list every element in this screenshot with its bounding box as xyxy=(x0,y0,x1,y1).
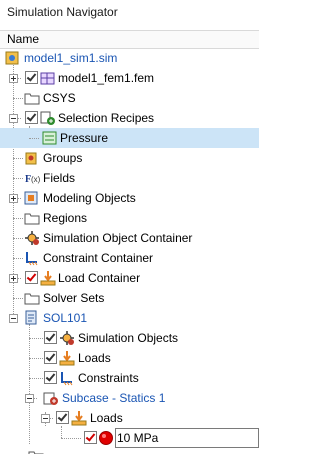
visibility-checkbox[interactable] xyxy=(44,331,57,344)
tree-node-10-mpa[interactable]: 10 MPa xyxy=(0,428,259,448)
tree-node-solver-sets[interactable]: Solver Sets xyxy=(0,288,259,308)
fields-icon: F (x) xyxy=(25,174,40,185)
tree-node-label: Groups xyxy=(43,151,83,165)
tree-node-sol101[interactable]: SOL101 xyxy=(0,308,259,328)
collapse-toggle[interactable] xyxy=(9,314,18,323)
panel-title: Simulation Navigator xyxy=(7,5,118,19)
pressure-load-icon xyxy=(99,431,113,445)
tree-node-label: 10 MPa xyxy=(117,431,159,445)
svg-text:(x): (x) xyxy=(31,175,40,184)
tree-node-fields[interactable]: F (x) Fields xyxy=(0,168,259,188)
visibility-checkbox[interactable] xyxy=(44,351,57,364)
tree-node-simulation-object-container[interactable]: Simulation Object Container xyxy=(0,228,259,248)
tree-node-label: Constraint Container xyxy=(43,251,154,265)
tree-node-label: Pressure xyxy=(60,131,109,145)
tree-node-groups[interactable]: Groups xyxy=(0,148,259,168)
column-header-name: Name xyxy=(7,32,40,46)
load-icon xyxy=(71,411,87,426)
tree-node-label: Loads xyxy=(78,351,111,365)
tree-node-simulation-objects[interactable]: Simulation Objects xyxy=(0,328,259,348)
tree-node-csys[interactable]: CSYS xyxy=(0,88,259,108)
tree-node-label: Selection Recipes xyxy=(58,111,155,125)
groups-icon xyxy=(25,152,37,165)
constraint-icon xyxy=(61,372,73,386)
tree-node-label: CSYS xyxy=(43,91,76,105)
visibility-checkbox[interactable] xyxy=(44,371,57,384)
collapse-toggle[interactable] xyxy=(25,394,34,403)
recipe-icon xyxy=(42,131,57,145)
tree-node-loads[interactable]: Loads xyxy=(0,348,259,368)
folder-icon xyxy=(24,293,40,305)
tree-node-label: Regions xyxy=(43,211,88,225)
tree-node-label: SOL101 xyxy=(43,311,88,325)
tree-node-model1-fem1[interactable]: model1_fem1.fem xyxy=(0,68,259,88)
selection-recipes-icon xyxy=(40,111,55,125)
column-header[interactable]: Name xyxy=(0,30,259,49)
tree-node-label: Solver Sets xyxy=(43,291,105,305)
load-icon xyxy=(40,271,56,286)
simulation-object-icon xyxy=(25,231,39,245)
tree-node-label: model1_sim1.sim xyxy=(24,51,118,65)
tree-node-constraints[interactable]: Constraints xyxy=(0,368,259,388)
visibility-checkbox[interactable] xyxy=(25,271,38,284)
tree-node-label: model1_fem1.fem xyxy=(58,71,155,85)
folder-icon xyxy=(28,451,44,454)
tree-node-constraint-container[interactable]: Constraint Container xyxy=(0,248,259,268)
collapse-toggle[interactable] xyxy=(9,114,18,123)
solution-icon xyxy=(25,310,37,325)
expand-toggle[interactable] xyxy=(9,74,18,83)
visibility-checkbox[interactable] xyxy=(25,111,38,124)
tree-node-pressure-recipe[interactable]: Pressure xyxy=(0,128,259,148)
tree-node-label: Simulation Objects xyxy=(78,331,179,345)
tree-node-label: Simulation Object Container xyxy=(43,231,193,245)
subcase-icon xyxy=(43,392,58,405)
collapse-toggle[interactable] xyxy=(41,414,50,423)
folder-icon xyxy=(24,93,40,105)
constraint-icon xyxy=(26,252,38,266)
tree-node-label: Loads xyxy=(90,411,123,425)
tree-node-partial[interactable] xyxy=(0,448,259,454)
tree-node-modeling-objects[interactable]: Modeling Objects xyxy=(0,188,259,208)
tree-node-label: Load Container xyxy=(58,271,141,285)
visibility-checkbox[interactable] xyxy=(25,71,38,84)
modeling-objects-icon xyxy=(24,191,38,205)
tree-node-model1-sim1[interactable]: model1_sim1.sim xyxy=(0,48,259,68)
fem-file-icon xyxy=(40,72,55,85)
simulation-object-icon xyxy=(60,331,74,345)
tree-node-subcase-statics-1[interactable]: Subcase - Statics 1 xyxy=(0,388,259,408)
folder-icon xyxy=(24,213,40,225)
visibility-checkbox[interactable] xyxy=(56,411,69,424)
expand-toggle[interactable] xyxy=(9,274,18,283)
visibility-checkbox[interactable] xyxy=(84,431,97,444)
tree-node-label: Constraints xyxy=(78,371,139,385)
tree-node-label: Modeling Objects xyxy=(43,191,136,205)
expand-toggle[interactable] xyxy=(9,194,18,203)
tree-node-label: Fields xyxy=(43,171,76,185)
tree-node-selection-recipes[interactable]: Selection Recipes xyxy=(0,108,259,128)
sim-file-icon xyxy=(5,51,19,65)
load-icon xyxy=(59,351,75,366)
tree-node-load-container[interactable]: Load Container xyxy=(0,268,259,288)
tree-node-regions[interactable]: Regions xyxy=(0,208,259,228)
tree-node-subcase-loads[interactable]: Loads xyxy=(0,408,259,428)
tree-node-label: Subcase - Statics 1 xyxy=(62,391,166,405)
